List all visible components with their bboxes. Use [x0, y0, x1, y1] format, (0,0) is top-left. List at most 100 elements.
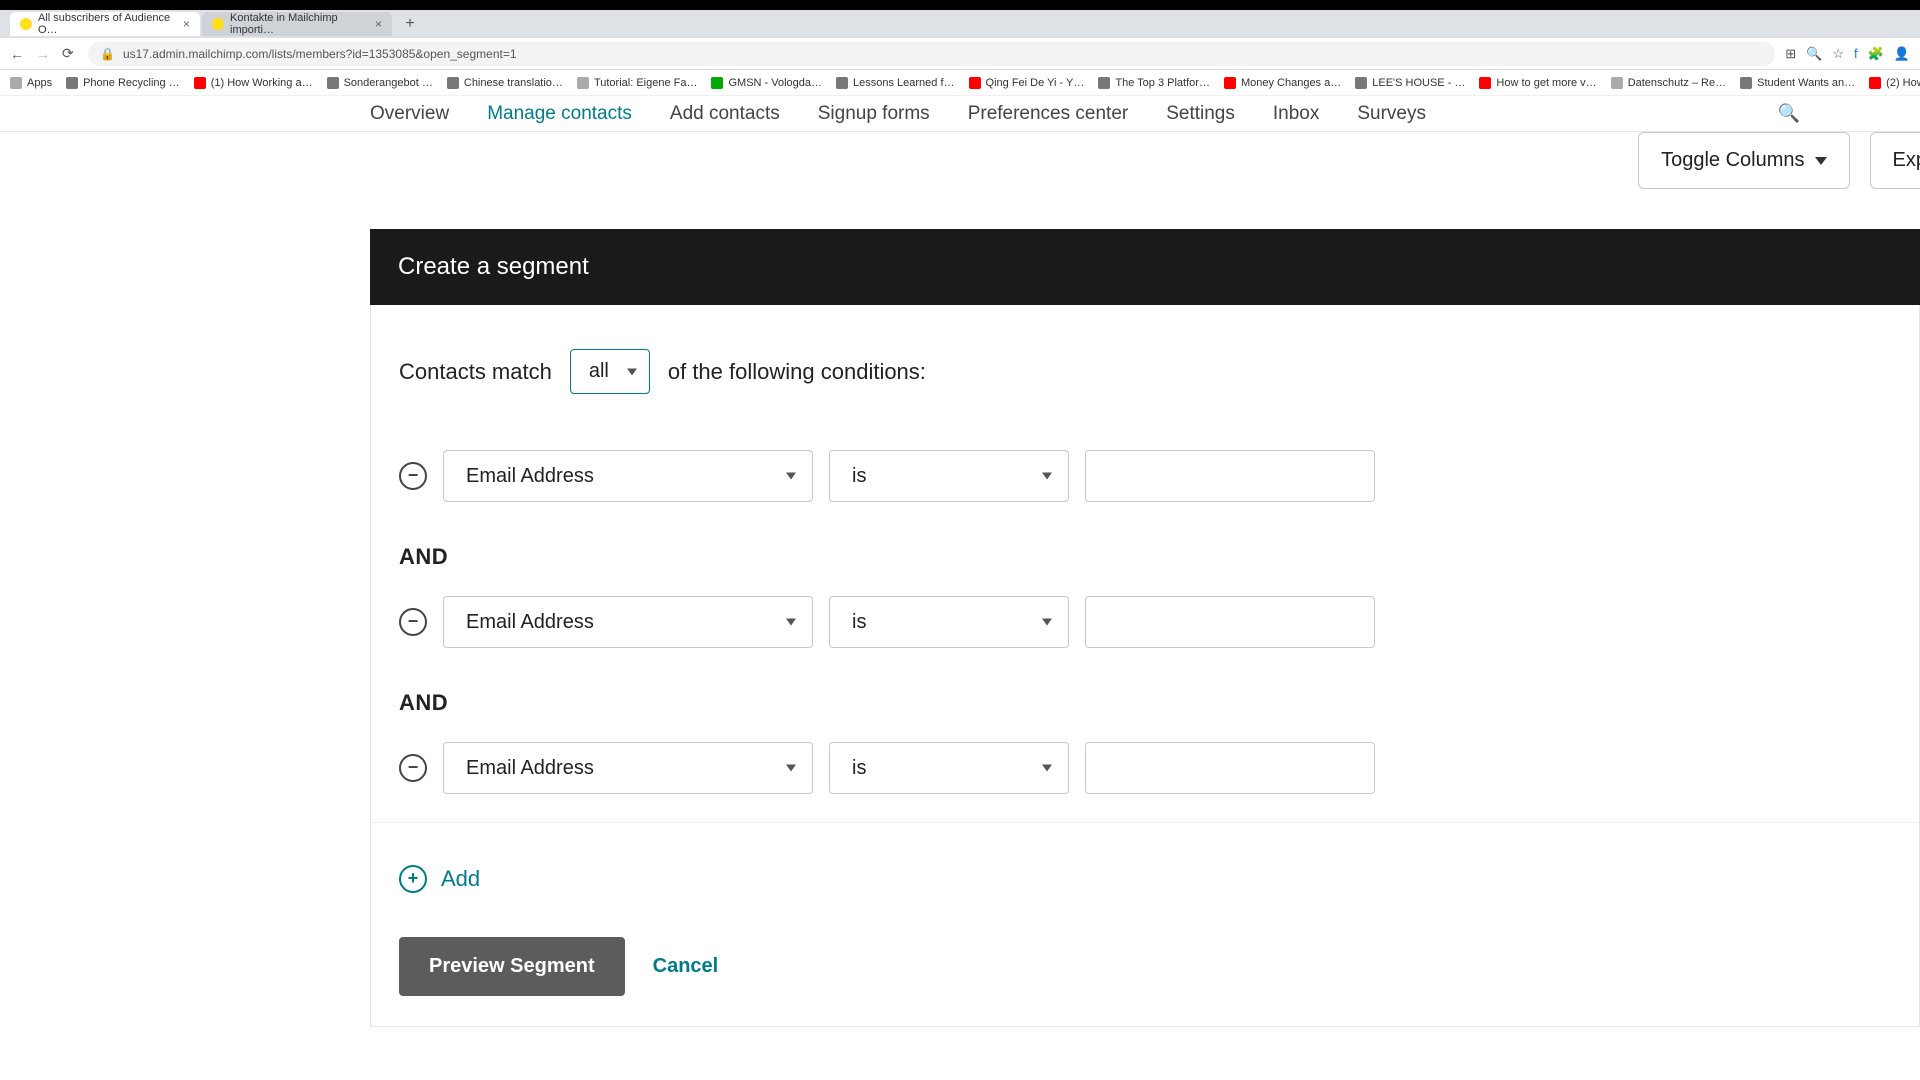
bookmark-label: Datenschutz – Re… — [1628, 77, 1726, 89]
bookmark-item[interactable]: LEE'S HOUSE - … — [1355, 77, 1465, 89]
remove-condition-button[interactable]: − — [399, 608, 427, 636]
tab-settings[interactable]: Settings — [1166, 103, 1235, 125]
condition-operator-select[interactable]: is — [829, 450, 1069, 502]
remove-condition-button[interactable]: − — [399, 754, 427, 782]
bookmark-label: Sonderangebot … — [344, 77, 433, 89]
add-condition-row[interactable]: + Add — [399, 865, 1891, 893]
back-icon[interactable]: ← — [10, 46, 26, 62]
export-button[interactable]: Exp — [1870, 132, 1920, 189]
bookmark-icon — [1479, 77, 1491, 89]
condition-value-input[interactable] — [1085, 742, 1375, 794]
bookmark-label: Tutorial: Eigene Fa… — [594, 77, 698, 89]
match-mode-select[interactable]: all — [570, 349, 650, 394]
close-icon[interactable]: × — [375, 17, 382, 31]
condition-operator-select[interactable]: is — [829, 742, 1069, 794]
chevron-down-icon — [786, 619, 796, 626]
top-actions: Toggle Columns Exp — [370, 132, 1920, 189]
browser-tab-strip: All subscribers of Audience O… × Kontakt… — [0, 10, 1920, 38]
bookmark-icon — [836, 77, 848, 89]
minus-icon: − — [408, 611, 419, 632]
facebook-icon[interactable]: f — [1854, 46, 1858, 62]
bookmark-item[interactable]: Student Wants an… — [1740, 77, 1855, 89]
cancel-label: Cancel — [653, 955, 719, 977]
condition-row: − Email Address is — [399, 734, 1891, 802]
search-icon[interactable]: 🔍 — [1778, 103, 1800, 124]
tab-manage-contacts[interactable]: Manage contacts — [487, 103, 632, 125]
bookmark-item[interactable]: Tutorial: Eigene Fa… — [577, 77, 698, 89]
profile-icon[interactable]: 👤 — [1894, 46, 1910, 62]
apps-icon — [10, 77, 22, 89]
tab-signup-forms[interactable]: Signup forms — [818, 103, 930, 125]
segment-body: Contacts match all of the following cond… — [370, 305, 1920, 1027]
bookmark-item[interactable]: Lessons Learned f… — [836, 77, 955, 89]
preview-segment-button[interactable]: Preview Segment — [399, 937, 625, 996]
bookmark-label: (1) How Working a… — [211, 77, 313, 89]
tab-overview[interactable]: Overview — [370, 103, 449, 125]
bookmark-icon — [66, 77, 78, 89]
bookmark-label: Phone Recycling … — [83, 77, 180, 89]
segment-actions: Preview Segment Cancel — [399, 937, 1891, 996]
toggle-columns-button[interactable]: Toggle Columns — [1638, 132, 1849, 189]
browser-tab[interactable]: All subscribers of Audience O… × — [10, 12, 200, 36]
bookmark-icon — [1355, 77, 1367, 89]
bookmark-item[interactable]: GMSN - Vologda… — [711, 77, 822, 89]
bookmark-item[interactable]: Datenschutz – Re… — [1611, 77, 1726, 89]
forward-icon[interactable]: → — [36, 46, 52, 62]
content-area: Toggle Columns Exp Create a segment Cont… — [370, 132, 1920, 1027]
url-text: us17.admin.mailchimp.com/lists/members?i… — [123, 47, 517, 61]
condition-value-input[interactable] — [1085, 596, 1375, 648]
bookmark-item[interactable]: Apps — [10, 77, 52, 89]
favicon-icon — [212, 18, 224, 30]
condition-field-value: Email Address — [466, 611, 594, 634]
condition-operator-value: is — [852, 465, 866, 488]
lock-icon: 🔒 — [100, 47, 115, 61]
tab-surveys[interactable]: Surveys — [1357, 103, 1426, 125]
chevron-down-icon — [1042, 473, 1052, 480]
bookmark-item[interactable]: Qing Fei De Yi - Y… — [969, 77, 1085, 89]
bookmark-icon — [1611, 77, 1623, 89]
bookmark-item[interactable]: Phone Recycling … — [66, 77, 180, 89]
bookmark-label: Apps — [27, 77, 52, 89]
preview-label: Preview Segment — [429, 955, 595, 977]
browser-address-bar: ← → ⟳ 🔒 us17.admin.mailchimp.com/lists/m… — [0, 38, 1920, 70]
url-input[interactable]: 🔒 us17.admin.mailchimp.com/lists/members… — [88, 42, 1775, 66]
bookmark-label: LEE'S HOUSE - … — [1372, 77, 1465, 89]
zoom-icon[interactable]: 🔍 — [1806, 46, 1822, 62]
cancel-link[interactable]: Cancel — [653, 955, 719, 978]
browser-tab[interactable]: Kontakte in Mailchimp importi… × — [202, 12, 392, 36]
star-icon[interactable]: ☆ — [1832, 46, 1844, 62]
bookmark-icon — [194, 77, 206, 89]
and-separator: AND — [399, 690, 1891, 716]
translate-icon[interactable]: ⊞ — [1785, 46, 1796, 62]
bookmark-icon — [327, 77, 339, 89]
bookmark-label: How to get more v… — [1496, 77, 1596, 89]
tab-preferences-center[interactable]: Preferences center — [968, 103, 1129, 125]
bookmark-item[interactable]: Money Changes a… — [1224, 77, 1341, 89]
bookmark-label: Chinese translatio… — [464, 77, 563, 89]
bookmark-item[interactable]: Sonderangebot … — [327, 77, 433, 89]
tab-add-contacts[interactable]: Add contacts — [670, 103, 780, 125]
condition-operator-value: is — [852, 611, 866, 634]
extensions-icon[interactable]: 🧩 — [1868, 46, 1884, 62]
new-tab-button[interactable]: + — [400, 14, 420, 34]
bookmark-item[interactable]: The Top 3 Platfor… — [1098, 77, 1210, 89]
reload-icon[interactable]: ⟳ — [62, 45, 78, 62]
tab-title: Kontakte in Mailchimp importi… — [230, 12, 363, 36]
minus-icon: − — [408, 757, 419, 778]
bookmark-item[interactable]: Chinese translatio… — [447, 77, 563, 89]
condition-field-select[interactable]: Email Address — [443, 450, 813, 502]
bookmark-item[interactable]: How to get more v… — [1479, 77, 1596, 89]
bookmark-item[interactable]: (2) How To Add A… — [1869, 77, 1920, 89]
condition-operator-select[interactable]: is — [829, 596, 1069, 648]
bookmark-label: Qing Fei De Yi - Y… — [986, 77, 1085, 89]
bookmark-icon — [1224, 77, 1236, 89]
condition-field-select[interactable]: Email Address — [443, 742, 813, 794]
condition-value-input[interactable] — [1085, 450, 1375, 502]
condition-field-select[interactable]: Email Address — [443, 596, 813, 648]
bookmark-bar: Apps Phone Recycling … (1) How Working a… — [0, 70, 1920, 96]
remove-condition-button[interactable]: − — [399, 462, 427, 490]
tab-inbox[interactable]: Inbox — [1273, 103, 1319, 125]
close-icon[interactable]: × — [183, 17, 190, 31]
bookmark-item[interactable]: (1) How Working a… — [194, 77, 313, 89]
condition-operator-value: is — [852, 757, 866, 780]
